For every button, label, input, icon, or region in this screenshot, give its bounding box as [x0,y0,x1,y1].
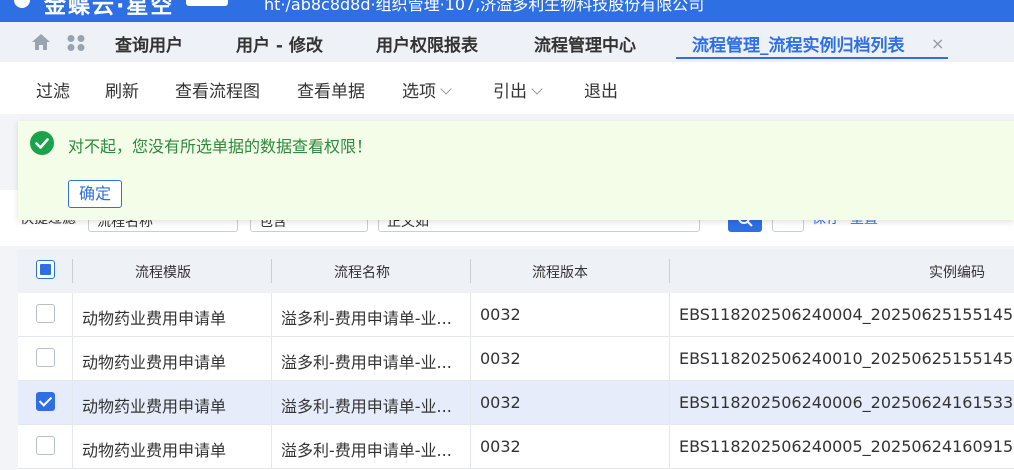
cell-instance-code: EBS118202506240006_20250624161533 [679,393,1014,412]
tab-process-center[interactable]: 流程管理中心 [534,31,636,56]
tab-user-permission-report[interactable]: 用户权限报表 [376,31,478,56]
table-header: 流程模版 流程名称 流程版本 实例编码 [18,249,1014,293]
cell-name: 溢多利-费用申请单-业... [281,441,452,460]
logo-text: 金蝶云·星空 [44,0,175,19]
filter-button-label: 过滤 [36,82,70,102]
cell-divider [271,337,272,381]
home-icon[interactable] [30,31,52,53]
cell-divider [271,381,272,425]
cell-template: 动物药业费用申请单 [82,397,227,416]
view-document-button[interactable]: 查看单据 [297,77,365,102]
tab-process-instance-archive[interactable]: 流程管理_流程实例归档列表 [692,31,905,56]
cell-divider [669,337,670,381]
cell-name: 溢多利-费用申请单-业... [281,397,452,416]
confirm-button[interactable]: 确定 [68,180,122,208]
logo-badge [186,0,228,6]
column-header-template[interactable]: 流程模版 [135,262,191,282]
cell-divider [72,425,73,469]
cell-divider [271,293,272,337]
toolbar: 过滤 刷新 查看流程图 查看单据 选项 引出 退出 [0,62,1014,114]
column-header-version[interactable]: 流程版本 [532,262,588,282]
select-all-checkbox[interactable] [36,260,55,279]
exit-button[interactable]: 退出 [584,77,618,102]
view-flowchart-button[interactable]: 查看流程图 [175,77,260,102]
options-label: 选项 [402,82,436,102]
top-banner: 金蝶云·星空 ht·/ab8c8d8d·组织管理·107,济溢多利生物科技股份有… [0,0,1014,22]
cell-divider [72,381,73,425]
cell-version: 0032 [480,437,521,456]
cell-instance-code: EBS118202506240005_20250624160915 [679,437,1014,456]
view-document-label: 查看单据 [297,82,365,102]
cell-template: 动物药业费用申请单 [82,309,227,328]
cell-divider [669,381,670,425]
export-dropdown[interactable]: 引出 [493,77,543,102]
refresh-button[interactable]: 刷新 [105,77,139,102]
success-check-icon [30,131,54,155]
cell-name: 溢多利-费用申请单-业... [281,353,452,372]
column-divider [72,259,73,283]
table-row[interactable]: 动物药业费用申请单 溢多利-费用申请单-业... 0032 EBS1182025… [18,425,1014,469]
active-tab-indicator [676,57,948,59]
table-row[interactable]: 动物药业费用申请单 溢多利-费用申请单-业... 0032 EBS1182025… [18,293,1014,337]
column-header-name[interactable]: 流程名称 [334,262,390,282]
message-text: 对不起，您没有所选单据的数据查看权限！ [68,137,373,156]
close-tab-icon[interactable]: × [931,34,944,53]
cell-instance-code: EBS118202506240004_20250625155145 [679,305,1014,324]
cell-divider [669,425,670,469]
cell-divider [470,425,471,469]
column-divider [271,259,272,283]
cell-divider [72,293,73,337]
chevron-down-icon [531,83,543,95]
cell-instance-code: EBS118202506240010_20250625155145 [679,349,1014,368]
tab-query-user[interactable]: 查询用户 [115,31,183,56]
chevron-down-icon [440,83,452,95]
cell-template: 动物药业费用申请单 [82,353,227,372]
view-flowchart-label: 查看流程图 [175,82,260,102]
cell-divider [72,337,73,381]
cell-version: 0032 [480,349,521,368]
column-divider [470,259,471,283]
refresh-button-label: 刷新 [105,82,139,102]
options-dropdown[interactable]: 选项 [402,77,452,102]
row-checkbox[interactable] [36,392,55,411]
cell-name: 溢多利-费用申请单-业... [281,309,452,328]
cell-divider [271,425,272,469]
cell-divider [470,381,471,425]
permission-message: 对不起，您没有所选单据的数据查看权限！ 确定 [18,121,1014,220]
app-grid-icon[interactable] [66,34,86,52]
row-checkbox[interactable] [36,348,55,367]
tab-strip: 查询用户 用户 - 修改 用户权限报表 流程管理中心 流程管理_流程实例归档列表… [0,22,1014,62]
column-divider [669,259,670,283]
table-row[interactable]: 动物药业费用申请单 溢多利-费用申请单-业... 0032 EBS1182025… [18,381,1014,425]
logo-icon [14,0,30,8]
export-label: 引出 [493,82,527,102]
cell-divider [669,293,670,337]
table-row[interactable]: 动物药业费用申请单 溢多利-费用申请单-业... 0032 EBS1182025… [18,337,1014,381]
org-breadcrumb: ht·/ab8c8d8d·组织管理·107,济溢多利生物科技股份有限公司 [264,0,705,14]
cell-divider [470,293,471,337]
cell-version: 0032 [480,305,521,324]
cell-template: 动物药业费用申请单 [82,441,227,460]
filter-button[interactable]: 过滤 [36,77,70,102]
row-checkbox[interactable] [36,304,55,323]
column-header-instance-code[interactable]: 实例编码 [929,262,985,282]
cell-version: 0032 [480,393,521,412]
cell-divider [470,337,471,381]
process-instance-table: 流程模版 流程名称 流程版本 实例编码 动物药业费用申请单 溢多利-费用申请单-… [18,249,1014,470]
exit-button-label: 退出 [584,82,618,102]
row-checkbox[interactable] [36,436,55,455]
tab-user-edit[interactable]: 用户 - 修改 [236,31,323,56]
